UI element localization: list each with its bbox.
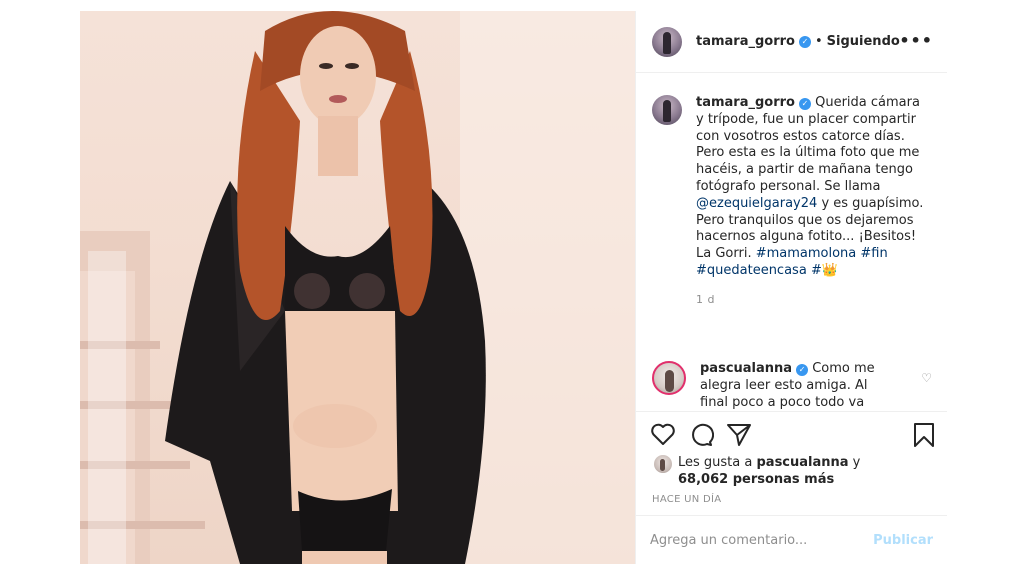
more-icon[interactable]: ••• xyxy=(899,33,933,49)
add-comment-bar: Publicar xyxy=(636,515,947,564)
commenter-avatar[interactable] xyxy=(652,361,686,395)
hashtag-link[interactable]: #quedateencasa xyxy=(696,263,807,278)
likes-text: Les gusta a pascualanna y 68,062 persona… xyxy=(678,454,878,488)
likes-prefix: Les gusta a xyxy=(678,455,757,470)
caption-avatar[interactable] xyxy=(652,95,682,125)
author-username[interactable]: tamara_gorro xyxy=(696,34,795,49)
mention-link[interactable]: @ezequielgaray24 xyxy=(696,196,817,211)
share-icon[interactable] xyxy=(726,422,752,448)
commenter-username[interactable]: pascualanna xyxy=(700,361,792,376)
caption-text: tamara_gorro ✓ Querida cámara y trípode, … xyxy=(696,95,928,309)
author-avatar[interactable] xyxy=(652,26,682,57)
post-photo[interactable] xyxy=(80,11,635,564)
comment-icon[interactable] xyxy=(688,422,714,448)
follow-separator: • xyxy=(814,34,823,49)
likes-count[interactable]: 68,062 personas más xyxy=(678,472,834,487)
caption: tamara_gorro ✓ Querida cámara y trípode, … xyxy=(652,95,942,309)
comment-input[interactable] xyxy=(650,532,874,548)
instagram-post: tamara_gorro ✓ • Siguiendo ••• tamara_go… xyxy=(80,11,947,564)
post-header: tamara_gorro ✓ • Siguiendo ••• xyxy=(636,11,947,73)
comment-text: pascualanna ✓ Como me alegra leer esto am… xyxy=(700,361,896,411)
publish-button[interactable]: Publicar xyxy=(873,533,933,548)
liker-username[interactable]: pascualanna xyxy=(756,455,848,470)
verified-icon: ✓ xyxy=(796,364,809,376)
caption-username[interactable]: tamara_gorro xyxy=(696,95,795,110)
liker-avatar[interactable] xyxy=(654,455,672,473)
likes-summary: Les gusta a pascualanna y 68,062 persona… xyxy=(654,454,934,488)
action-icons xyxy=(650,422,935,448)
save-icon[interactable] xyxy=(912,422,936,448)
following-button[interactable]: Siguiendo xyxy=(827,34,900,49)
hashtag-link[interactable]: #mamamolona xyxy=(756,246,857,261)
post-timestamp[interactable]: HACE UN DÍA xyxy=(652,494,721,505)
likes-middle: y xyxy=(848,455,861,470)
hashtag-link[interactable]: #👑 xyxy=(811,263,838,278)
post-side-panel: tamara_gorro ✓ • Siguiendo ••• tamara_go… xyxy=(635,11,947,564)
caption-age[interactable]: 1 d xyxy=(696,292,928,309)
like-icon[interactable] xyxy=(650,422,676,446)
photo-illustration xyxy=(80,11,635,564)
verified-icon: ✓ xyxy=(798,35,811,48)
post-actions: Les gusta a pascualanna y 68,062 persona… xyxy=(636,411,947,515)
hashtag-link[interactable]: #fin xyxy=(860,246,887,261)
comments-list[interactable]: tamara_gorro ✓ Querida cámara y trípode, … xyxy=(636,73,947,411)
verified-icon: ✓ xyxy=(798,98,811,110)
comment-item: pascualanna ✓ Como me alegra leer esto am… xyxy=(652,361,942,411)
like-comment-icon[interactable]: ♡ xyxy=(921,371,932,385)
